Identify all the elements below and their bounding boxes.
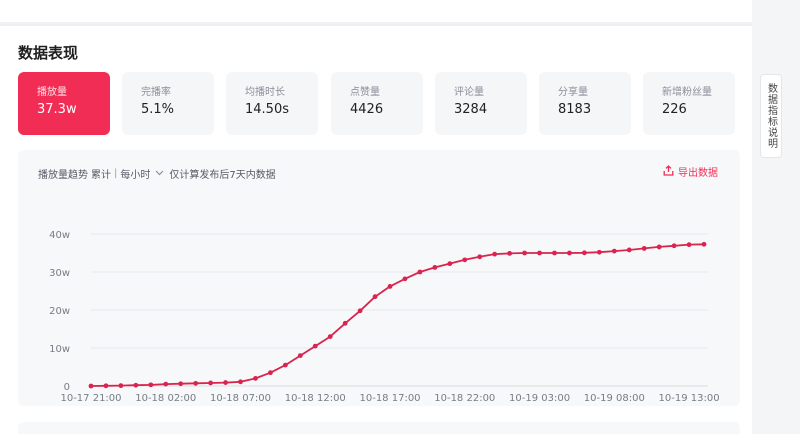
metric-card-plays[interactable]: 播放量 37.3w xyxy=(18,72,110,135)
x-tick-label: 10-17 21:00 xyxy=(60,393,121,404)
data-point xyxy=(552,250,557,256)
next-section-card xyxy=(18,422,740,434)
metric-value: 3284 xyxy=(454,102,488,117)
y-tick-label: 10w xyxy=(49,344,70,355)
metric-label: 分享量 xyxy=(558,87,588,98)
metric-value: 14.50s xyxy=(245,102,289,117)
data-point xyxy=(163,381,169,387)
data-point xyxy=(417,269,423,275)
metric-card-completion-rate[interactable]: 完播率 5.1% xyxy=(122,72,214,135)
x-tick-label: 10-18 22:00 xyxy=(434,393,495,404)
metric-card-shares[interactable]: 分享量 8183 xyxy=(539,72,631,135)
data-point xyxy=(462,257,468,263)
data-point xyxy=(342,320,348,326)
data-point xyxy=(477,254,483,260)
data-point xyxy=(522,250,527,256)
data-point xyxy=(312,343,318,349)
metric-card-avg-watch-time[interactable]: 均播时长 14.50s xyxy=(226,72,318,135)
metric-card-new-followers[interactable]: 新增粉丝量 226 xyxy=(643,72,735,135)
data-point xyxy=(357,308,363,314)
y-tick-label: 40w xyxy=(49,230,70,241)
metrics-explanation-label: 数据指标说明 xyxy=(765,83,777,149)
plays-trend-card: 播放量趋势 累计 | 每小时 仅计算发布后7天内数据 导出数据 0 10w 20w 3… xyxy=(18,150,740,406)
data-point xyxy=(686,242,692,248)
metric-value: 8183 xyxy=(558,102,592,117)
x-tick-label: 10-18 02:00 xyxy=(135,393,196,404)
y-tick-label: 30w xyxy=(49,268,70,279)
y-tick-label: 20w xyxy=(49,306,70,317)
data-point xyxy=(402,276,408,282)
x-tick-label: 10-18 12:00 xyxy=(285,393,346,404)
metric-value: 226 xyxy=(662,102,687,117)
page-title: 数据表现 xyxy=(18,44,79,62)
data-point xyxy=(253,376,258,381)
data-point xyxy=(88,383,94,389)
metric-label: 点赞量 xyxy=(350,87,380,98)
data-point xyxy=(537,250,542,256)
plays-line-chart: 0 10w 20w 30w 40w 10-17 21:00 10-18 02:00 10-18… xyxy=(49,230,720,404)
metric-label: 评论量 xyxy=(454,87,484,98)
data-point xyxy=(611,248,617,254)
x-tick-label: 10-19 08:00 xyxy=(584,393,645,404)
data-point xyxy=(133,382,139,388)
data-point xyxy=(641,246,647,251)
metric-card-comments[interactable]: 评论量 3284 xyxy=(435,72,527,135)
data-point xyxy=(656,244,662,250)
data-point xyxy=(507,250,513,256)
data-point xyxy=(596,249,602,255)
data-point xyxy=(238,379,243,385)
data-point xyxy=(103,383,109,389)
data-point xyxy=(447,261,453,267)
metric-cards: 播放量 37.3w 完播率 5.1% 均播时长 14.50s 点赞量 4426 … xyxy=(18,72,741,135)
x-tick-label: 10-19 03:00 xyxy=(509,393,570,404)
data-performance-panel: 数据表现 播放量 37.3w 完播率 5.1% 均播时长 14.50s 点赞量 … xyxy=(0,26,752,434)
metric-value: 4426 xyxy=(350,102,384,117)
metric-value: 37.3w xyxy=(37,102,77,117)
data-point xyxy=(626,247,632,253)
data-point xyxy=(327,334,333,339)
metric-label: 新增粉丝量 xyxy=(662,87,712,98)
metric-label: 均播时长 xyxy=(245,87,285,98)
data-point xyxy=(701,241,707,247)
data-point xyxy=(387,284,393,289)
data-point xyxy=(581,250,587,256)
data-point xyxy=(372,294,378,300)
metric-card-likes[interactable]: 点赞量 4426 xyxy=(331,72,423,135)
data-point xyxy=(223,380,228,385)
data-point xyxy=(268,370,273,376)
metrics-explanation-tab[interactable]: 数据指标说明 xyxy=(760,74,782,158)
data-point xyxy=(492,251,498,257)
data-point xyxy=(567,250,572,256)
data-point xyxy=(118,383,124,389)
data-point xyxy=(178,381,184,387)
top-bar xyxy=(0,0,752,23)
metric-value: 5.1% xyxy=(141,102,175,117)
right-rail xyxy=(752,0,800,434)
data-point xyxy=(432,265,438,270)
series-line xyxy=(90,243,705,387)
x-tick-label: 10-18 07:00 xyxy=(210,393,271,404)
y-tick-label: 0 xyxy=(64,382,70,393)
data-point xyxy=(208,380,214,386)
metric-label: 播放量 xyxy=(37,87,67,98)
metric-label: 完播率 xyxy=(141,87,171,98)
data-point xyxy=(148,382,154,388)
data-point xyxy=(282,362,288,368)
data-point xyxy=(671,243,677,249)
x-tick-label: 10-19 13:00 xyxy=(659,393,720,404)
data-point xyxy=(193,380,199,386)
x-tick-label: 10-18 17:00 xyxy=(359,393,420,404)
data-point xyxy=(297,353,303,358)
